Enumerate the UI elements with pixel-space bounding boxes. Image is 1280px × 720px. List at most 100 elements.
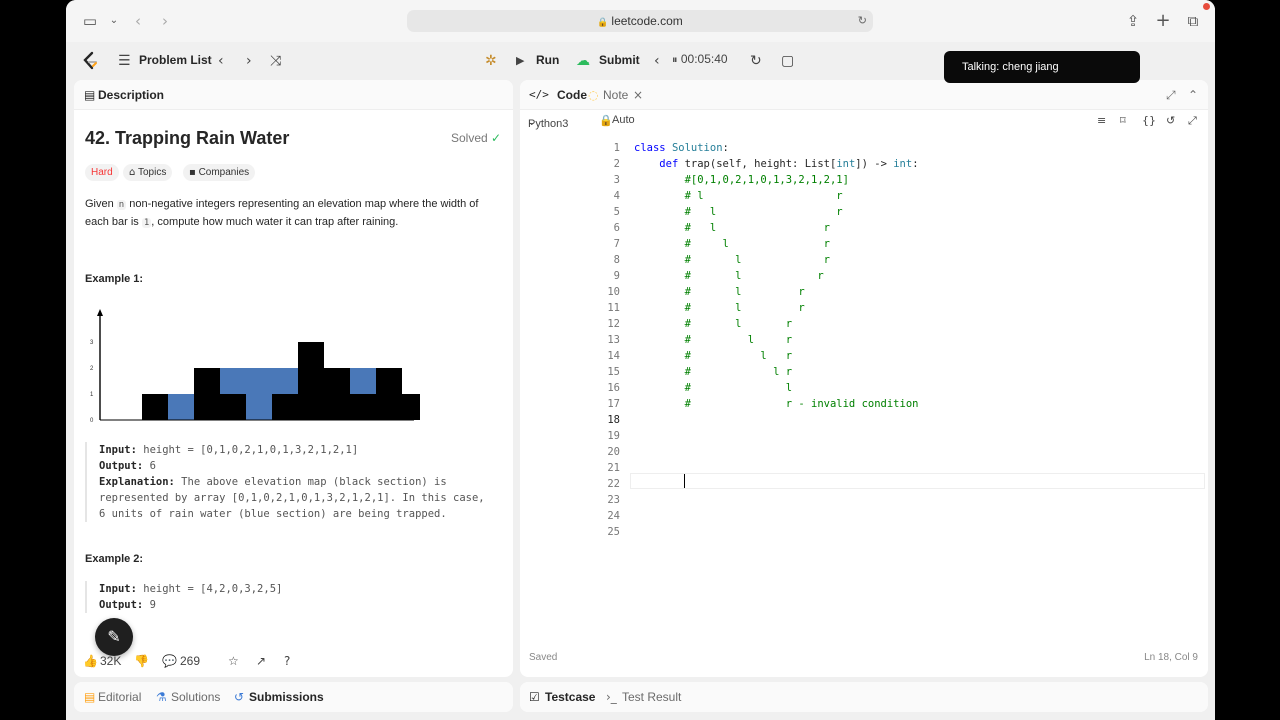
y-tick-label: 1 (90, 392, 94, 398)
auto-mode[interactable]: Auto (612, 114, 635, 126)
example1-input: height = [0,1,0,2,1,0,1,3,2,1,2,1] (136, 444, 359, 456)
solutions-icon: ⚗ (156, 690, 167, 704)
timer[interactable]: ⏸ 00:05:40 (672, 52, 728, 67)
bookmark-icon[interactable]: ⌑ (1120, 114, 1126, 127)
tab-test-result[interactable]: Test Result (622, 690, 681, 704)
collapse-timer-icon[interactable]: ‹ (654, 52, 660, 70)
browser-toolbar: ▭ ⌄ ‹ › 🔒 leetcode.com ↻ ⇪ + ⧉ (66, 0, 1215, 42)
explanation-label: Explanation: (99, 476, 175, 488)
difficulty-badge[interactable]: Hard (85, 164, 119, 181)
tab-solutions[interactable]: Solutions (171, 690, 220, 704)
statement-part: , compute how much water it can trap aft… (151, 216, 399, 228)
format-icon[interactable]: ≡ (1097, 114, 1106, 127)
run-button[interactable]: Run (536, 53, 559, 67)
timer-value: 00:05:40 (680, 52, 728, 66)
tab-code[interactable]: Code (557, 88, 587, 102)
share-icon[interactable]: ⇪ (1123, 11, 1143, 31)
fullscreen-icon[interactable]: ⤢ (1188, 114, 1197, 128)
new-tab-icon[interactable]: + (1153, 11, 1173, 31)
testcase-check-icon: ☑ (529, 690, 540, 704)
code-line: def trap(self, height: List[int]) -> int… (659, 158, 919, 170)
help-icon[interactable]: ? (284, 654, 290, 668)
companies-chip[interactable]: ▪ Companies (183, 164, 256, 181)
line-number: 22 (607, 478, 620, 490)
talking-toast: Talking: cheng jiang (944, 51, 1140, 83)
text-caret (684, 474, 685, 488)
chevron-down-icon[interactable]: ⌄ (104, 11, 124, 31)
run-play-icon[interactable]: ▶ (516, 52, 524, 70)
forward-icon[interactable]: › (155, 11, 175, 31)
comment-icon[interactable]: 💬 (162, 654, 177, 668)
collapse-icon[interactable]: ⌃ (1188, 88, 1198, 102)
thumbs-up-icon[interactable]: 👍 (83, 654, 98, 668)
line-number: 1 (613, 142, 620, 154)
lock-icon: 🔒 (599, 114, 613, 127)
submit-button[interactable]: Submit (599, 53, 640, 67)
shuffle-icon[interactable]: ⤨ (270, 52, 281, 70)
example1-output: 6 (143, 460, 156, 472)
tab-submissions[interactable]: Submissions (249, 690, 324, 704)
address-bar[interactable]: 🔒 leetcode.com ↻ (407, 10, 873, 32)
code-line: # l r (634, 302, 805, 314)
line-number: 18 (607, 414, 620, 426)
line-number: 9 (613, 270, 620, 282)
problem-list-link[interactable]: Problem List (139, 53, 212, 67)
code-line: class Solution: (634, 142, 729, 154)
topics-chip[interactable]: ⌂ Topics (123, 164, 173, 181)
elevation-bar (194, 368, 220, 420)
debug-icon[interactable]: ✲ (485, 52, 497, 70)
code-line: # l (634, 382, 793, 394)
line-number: 4 (613, 190, 620, 202)
line-number: 20 (607, 446, 620, 458)
comment-count: 269 (180, 654, 201, 668)
problem-title: 42. Trapping Rain Water (85, 128, 290, 148)
like-count: 32K (100, 654, 122, 668)
tab-description[interactable]: Description (98, 88, 164, 102)
cloud-upload-icon[interactable]: ☁ (576, 52, 590, 70)
share-icon[interactable]: ↗ (256, 654, 266, 668)
example2-heading: Example 2: (85, 553, 144, 565)
example1-block: Input: height = [0,1,0,2,1,0,1,3,2,1,2,1… (85, 442, 485, 522)
water-bar (272, 368, 298, 394)
reset-code-icon[interactable]: ↺ (1166, 114, 1175, 127)
reload-icon[interactable]: ↻ (858, 10, 867, 32)
lock-icon: 🔒 (597, 18, 609, 28)
next-problem-icon[interactable]: › (246, 52, 252, 70)
line-number: 6 (613, 222, 620, 234)
tab-note[interactable]: Note (603, 88, 628, 102)
elevation-bar (324, 368, 350, 420)
star-icon[interactable]: ☆ (228, 654, 239, 668)
code-line: # l r (634, 318, 793, 330)
list-icon[interactable]: ☰ (118, 52, 131, 70)
tabs-overview-icon[interactable]: ⧉ (1183, 11, 1203, 31)
tab-testcase[interactable]: Testcase (545, 690, 595, 704)
notes-icon[interactable]: ▢ (781, 52, 794, 70)
tab-editorial[interactable]: Editorial (98, 690, 141, 704)
close-note-icon[interactable]: × (633, 88, 643, 102)
code-area[interactable]: 1 class Solution: 2 def trap(self, height:… (520, 140, 1208, 600)
elevation-bar (298, 342, 324, 420)
sidebar-toggle-icon[interactable]: ▭ (80, 11, 100, 31)
elevation-bar (350, 394, 376, 420)
bottom-left-tabbar: ▤ Editorial ⚗ Solutions ↺ Submissions (74, 682, 513, 712)
browser-window: ▭ ⌄ ‹ › 🔒 leetcode.com ↻ ⇪ + ⧉ ☰ Problem … (66, 0, 1215, 720)
thumbs-down-icon[interactable]: 👎 (134, 654, 149, 668)
braces-icon[interactable]: {} (1142, 114, 1156, 127)
maximize-icon[interactable]: ⤢ (1166, 88, 1176, 103)
water-bar (168, 394, 194, 420)
reset-timer-icon[interactable]: ↻ (750, 52, 762, 70)
input-label: Input: (99, 583, 137, 595)
water-bar (246, 368, 272, 420)
elevation-bar (376, 368, 402, 420)
output-label: Output: (99, 599, 144, 611)
back-icon[interactable]: ‹ (128, 11, 148, 31)
editorial-icon: ▤ (84, 690, 96, 704)
elevation-bar (402, 394, 420, 420)
chevron-down-icon: ⌄ (528, 118, 536, 128)
code-line: # l r (634, 366, 793, 378)
y-axis-arrow (97, 309, 103, 316)
code-icon: </> (529, 88, 549, 101)
prev-problem-icon[interactable]: ‹ (218, 52, 224, 70)
leetcode-logo-icon[interactable] (82, 51, 98, 71)
line-number: 17 (607, 398, 620, 410)
